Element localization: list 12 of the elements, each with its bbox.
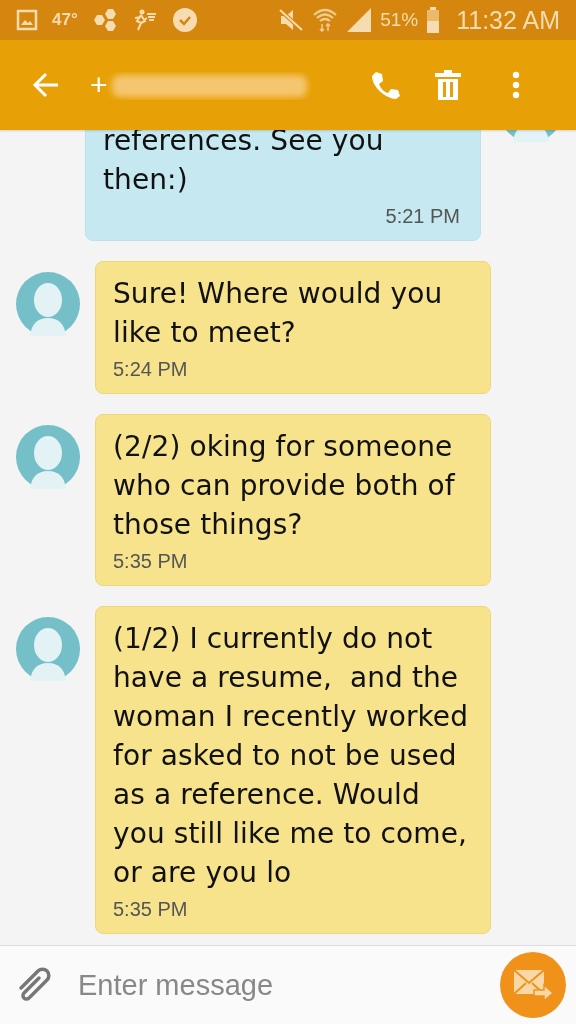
temperature: 47° <box>52 10 78 30</box>
message-time: 5:24 PM <box>113 358 189 381</box>
battery-percent: 51% <box>380 9 419 31</box>
message-text: (2/2) oking for someone who can provide both of those things? <box>113 429 456 543</box>
message-text: Sure! Where would you like to meet? <box>113 276 444 351</box>
message-time: 5:35 PM <box>113 550 189 573</box>
message-time: 5:21 PM <box>384 205 460 228</box>
clock: 11:32 AM <box>456 5 560 35</box>
message-input[interactable]: Enter message <box>76 967 500 1003</box>
message-time: 5:35 PM <box>113 898 189 921</box>
message-text: (1/2) I currently do not have a resume, and the woman I recently worked for asked to not be used as a reference. Would you still like me to come, or are you lo <box>113 621 470 891</box>
contact-title[interactable]: + <box>90 68 108 102</box>
